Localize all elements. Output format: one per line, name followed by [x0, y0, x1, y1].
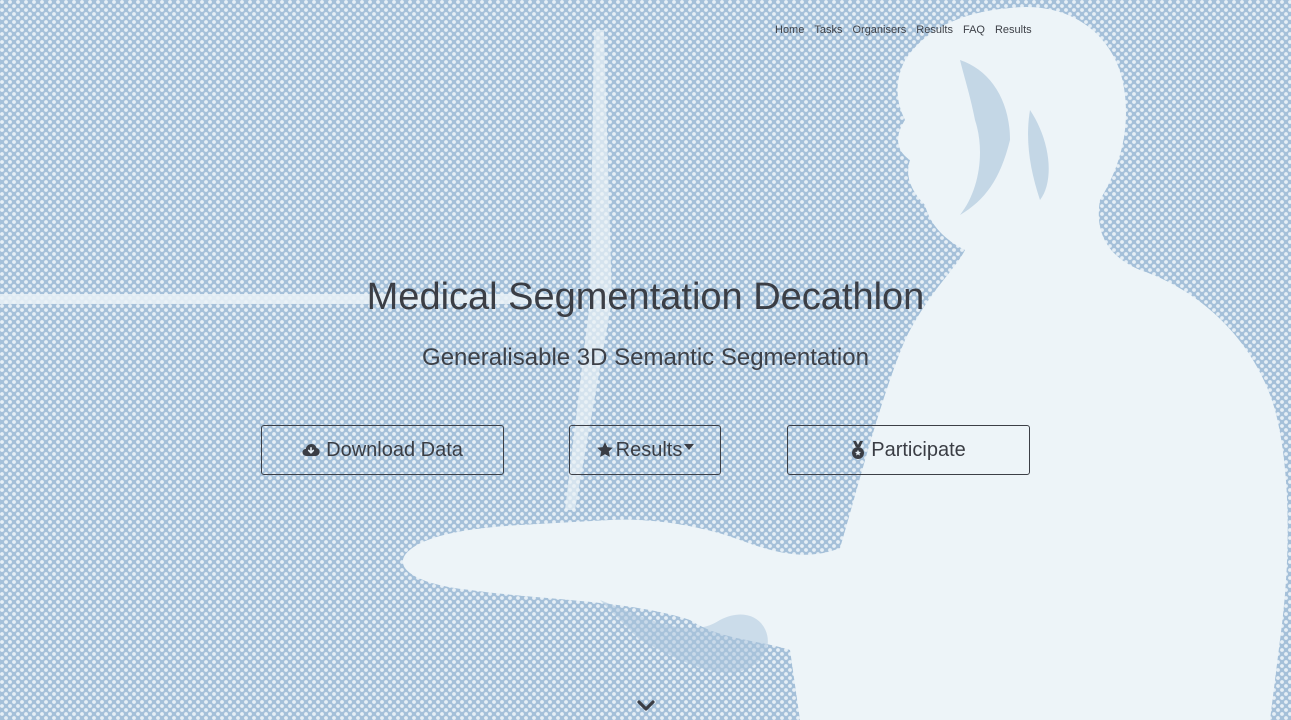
chevron-down-icon	[636, 700, 656, 718]
nav-home[interactable]: Home	[770, 22, 809, 38]
nav-results-2[interactable]: Results	[990, 22, 1037, 38]
medal-icon	[851, 440, 865, 460]
nav-results[interactable]: Results	[911, 22, 958, 38]
download-data-button[interactable]: Download Data	[261, 425, 504, 475]
top-navigation: Home Tasks Organisers Results FAQ Result…	[770, 22, 1037, 38]
results-dropdown-button[interactable]: Results	[569, 425, 721, 475]
star-icon	[596, 441, 614, 459]
caret-down-icon	[684, 444, 695, 450]
download-data-label: Download Data	[326, 438, 463, 461]
page-title: Medical Segmentation Decathlon	[366, 276, 925, 318]
participate-button[interactable]: Participate	[787, 425, 1030, 475]
nav-organisers[interactable]: Organisers	[847, 22, 911, 38]
results-label: Results	[615, 438, 683, 461]
participate-label: Participate	[871, 438, 966, 461]
nav-tasks[interactable]: Tasks	[809, 22, 847, 38]
nav-faq[interactable]: FAQ	[958, 22, 990, 38]
cloud-download-icon	[302, 443, 320, 457]
page-subtitle: Generalisable 3D Semantic Segmentation	[422, 344, 869, 371]
scroll-down-button[interactable]	[636, 698, 656, 714]
